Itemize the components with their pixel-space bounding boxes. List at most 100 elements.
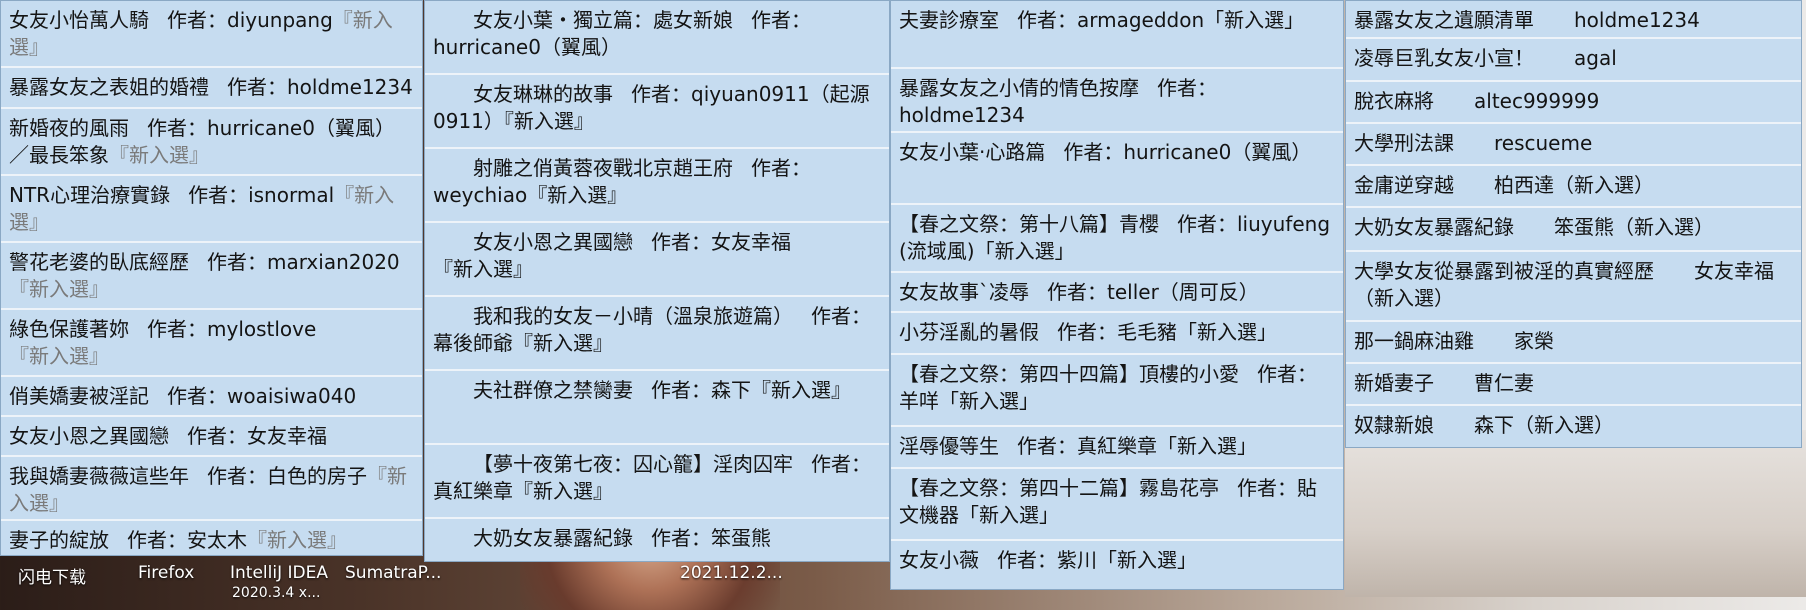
list-item[interactable]: 警花老婆的臥底經歷 作者：marxian2020 『新入選』	[1, 243, 422, 310]
list-item[interactable]: 女友故事`凌辱 作者：teller（周可反）	[891, 273, 1343, 313]
desktop-icon-thunder-download[interactable]: 闪电下载	[18, 563, 86, 588]
list-item[interactable]: 綠色保護著妳 作者：mylostlove 『新入選』	[1, 310, 422, 377]
list-item[interactable]: 我和我的女友－小晴（溫泉旅遊篇） 作者： 幕後師爺『新入選』	[425, 297, 889, 371]
list-item[interactable]: 女友小葉·心路篇 作者：hurricane0（翼風）	[891, 133, 1343, 205]
list-item[interactable]: 夫社群僚之禁臠妻 作者：森下『新入選』	[425, 371, 889, 445]
list-item[interactable]: 【夢十夜第七夜：囚心籠】淫肉囚牢 作者： 真紅樂章『新入選』	[425, 445, 889, 519]
list-item[interactable]: 女友小恩之異國戀 作者：女友幸福『新入選』	[425, 223, 889, 297]
story-title: 女友小葉·心路篇	[899, 140, 1046, 164]
list-item[interactable]: 大奶女友暴露紀錄 作者：笨蛋熊	[425, 519, 889, 563]
list-item[interactable]: 射雕之俏黃蓉夜戰北京趙王府 作者： weychiao『新入選』	[425, 149, 889, 223]
list-item[interactable]: 凌辱巨乳女友小宣！ agal	[1346, 39, 1801, 82]
list-item[interactable]: 【春之文祭：第四十二篇】霧島花亭 作者：貼文機器「新入選」	[891, 469, 1343, 541]
new-tag: 「新入選」	[939, 389, 1039, 413]
story-title: 女友小怡萬人騎	[9, 8, 149, 32]
list-item[interactable]: 女友小恩之異國戀 作者：女友幸福	[1, 417, 422, 457]
story-author: holdme1234	[287, 75, 413, 99]
desktop-icon-folder-2021[interactable]: 2021.12.2...	[680, 563, 783, 583]
author-label: 作者：	[1237, 476, 1297, 500]
list-item[interactable]: 我與嬌妻薇薇這些年 作者：白色的房子『新入選』	[1, 457, 422, 521]
story-title: 女友故事`凌辱	[899, 280, 1029, 304]
story-author: 羊咩	[899, 389, 939, 413]
list-item[interactable]: 妻子的綻放 作者：安太木『新入選』	[1, 521, 422, 557]
story-author: 紫川	[1057, 548, 1097, 572]
list-item[interactable]: 大奶女友暴露紀錄 笨蛋熊（新入選）	[1346, 208, 1801, 252]
author-label: 作者：	[811, 452, 871, 476]
new-tag: 『新入選』	[751, 378, 851, 402]
list-item[interactable]: 女友琳琳的故事 作者：qiyuan0911（起源0911）『新入選』	[425, 75, 889, 149]
story-title: 妻子的綻放	[9, 528, 109, 552]
story-title: 金庸逆穿越	[1354, 173, 1454, 197]
list-item[interactable]: 夫妻診療室 作者：armageddon「新入選」	[891, 1, 1343, 69]
story-list-panel-1: 女友小怡萬人騎 作者：diyunpang『新入選』 暴露女友之表姐的婚禮 作者：ho…	[0, 0, 423, 556]
new-tag: 『新入選』	[247, 528, 347, 552]
author-label: 作者：	[751, 8, 811, 32]
author-label: 作者：	[811, 304, 871, 328]
author-label: 作者：	[127, 528, 187, 552]
list-item[interactable]: 金庸逆穿越 柏西達（新入選）	[1346, 166, 1801, 208]
new-tag: 『新入選』	[513, 479, 613, 503]
story-author: 真紅樂章	[1077, 434, 1157, 458]
list-item[interactable]: 小芬淫亂的暑假 作者：毛毛豬「新入選」	[891, 313, 1343, 355]
story-title: 夫社群僚之禁臠妻	[473, 378, 633, 402]
list-item[interactable]: 大學女友從暴露到被淫的真實經歷 女友幸福（新入選）	[1346, 252, 1801, 322]
list-item[interactable]: 女友小葉・獨立篇：處女新娘 作者： hurricane0（翼風）	[425, 1, 889, 75]
new-tag: 「新入選」	[1204, 8, 1305, 32]
story-author: 真紅樂章	[433, 479, 513, 503]
author-label: 作者：	[147, 317, 207, 341]
list-item[interactable]: 暴露女友之表姐的婚禮 作者：holdme1234	[1, 68, 422, 109]
story-author: altec999999	[1474, 89, 1600, 113]
author-label: 作者：	[651, 378, 711, 402]
story-title: 綠色保護著妳	[9, 317, 129, 341]
author-label: 作者：	[167, 384, 227, 408]
list-item[interactable]: 奴隸新娘 森下（新入選）	[1346, 406, 1801, 449]
list-item[interactable]: 脫衣麻將 altec999999	[1346, 82, 1801, 124]
story-author: rescueme	[1494, 131, 1593, 155]
list-item[interactable]: 暴露女友之遺願清單 holdme1234	[1346, 1, 1801, 39]
new-tag: 「新入選」	[1177, 320, 1277, 344]
author-label: 作者：	[1017, 434, 1077, 458]
story-title: 新婚妻子	[1354, 371, 1434, 395]
story-author: 毛毛豬	[1117, 320, 1177, 344]
author-label: 作者：	[751, 156, 811, 180]
story-title: 俏美嬌妻被淫記	[9, 384, 149, 408]
list-item[interactable]: 【春之文祭：第十八篇】青櫻 作者：liuyufeng (流域風)「新入選」	[891, 205, 1343, 273]
story-title: NTR心理治療實錄	[9, 183, 171, 207]
list-item[interactable]: 暴露女友之小倩的情色按摩 作者： holdme1234	[891, 69, 1343, 133]
story-author: armageddon	[1077, 8, 1205, 32]
story-author: hurricane0（翼風）	[1123, 140, 1312, 164]
story-title: 【春之文祭：第四十四篇】頂樓的小愛	[899, 362, 1239, 386]
new-tag: 『新入選』	[109, 143, 209, 167]
list-item[interactable]: 那一鍋麻油雞 家榮	[1346, 322, 1801, 364]
story-author: 笨蛋熊（新入選）	[1554, 215, 1714, 239]
story-author: 柏西達（新入選）	[1494, 173, 1654, 197]
new-tag: 「新入選」	[1157, 434, 1257, 458]
list-item[interactable]: 新婚妻子 曹仁妻	[1346, 364, 1801, 406]
list-item[interactable]: 大學刑法課 rescueme	[1346, 124, 1801, 166]
story-author: weychiao	[433, 183, 528, 207]
desktop-icon-intellij[interactable]: IntelliJ IDEA	[230, 563, 328, 583]
list-item[interactable]: 女友小怡萬人騎 作者：diyunpang『新入選』	[1, 1, 422, 68]
list-item[interactable]: 淫辱優等生 作者：真紅樂章「新入選」	[891, 427, 1343, 469]
desktop-icon-firefox[interactable]: Firefox	[138, 563, 194, 583]
story-author: 幕後師爺	[433, 331, 513, 355]
list-item[interactable]: 新婚夜的風雨 作者：hurricane0（翼風）／最長笨象『新入選』	[1, 109, 422, 176]
desktop-icon-sumatra[interactable]: SumatraP...	[345, 563, 441, 583]
story-author: teller（周可反）	[1107, 280, 1259, 304]
author-label: 作者：	[1257, 362, 1317, 386]
new-tag: 『新入選』	[527, 183, 628, 207]
story-author: 曹仁妻	[1474, 371, 1534, 395]
list-item[interactable]: NTR心理治療實錄 作者：isnormal『新入選』	[1, 176, 422, 243]
story-title: 小芬淫亂的暑假	[899, 320, 1039, 344]
story-author: diyunpang	[227, 8, 333, 32]
list-item[interactable]: 女友小薇 作者：紫川「新入選」	[891, 541, 1343, 591]
new-tag: 『新入選』	[513, 331, 613, 355]
story-list-panel-3: 夫妻診療室 作者：armageddon「新入選」 暴露女友之小倩的情色按摩 作者：h…	[890, 0, 1344, 590]
story-author: 家榮	[1514, 329, 1554, 353]
story-author: mylostlove	[207, 317, 317, 341]
list-item[interactable]: 【春之文祭：第四十四篇】頂樓的小愛 作者： 羊咩「新入選」	[891, 355, 1343, 427]
list-item[interactable]: 俏美嬌妻被淫記 作者：woaisiwa040	[1, 377, 422, 417]
new-tag: 『新入選』	[9, 277, 109, 301]
story-author: isnormal	[248, 183, 335, 207]
story-title: 警花老婆的臥底經歷	[9, 250, 189, 274]
